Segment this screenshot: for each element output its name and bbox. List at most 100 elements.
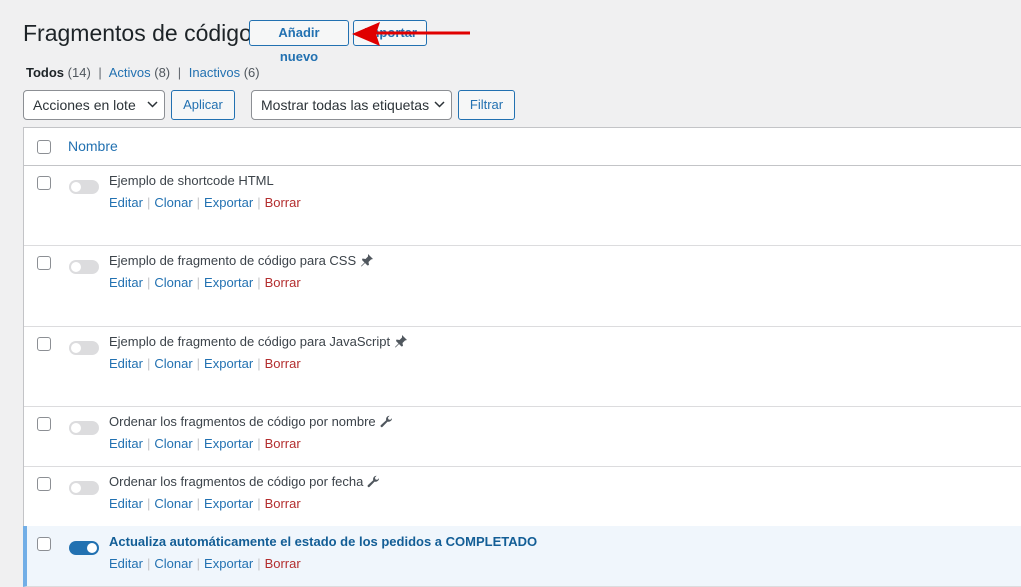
select-all-checkbox[interactable]	[37, 140, 51, 154]
edit-link[interactable]: Editar	[109, 195, 143, 210]
row-checkbox[interactable]	[37, 537, 51, 551]
export-link[interactable]: Exportar	[204, 496, 253, 511]
activation-toggle[interactable]	[69, 481, 99, 495]
tags-filter-value: Mostrar todas las etiquetas	[261, 97, 430, 113]
table-row: Ejemplo de fragmento de código para CSS E…	[24, 245, 1021, 327]
separator: |	[257, 275, 261, 290]
chevron-down-icon	[434, 101, 445, 108]
row-checkbox[interactable]	[37, 337, 51, 351]
add-new-button[interactable]: Añadir nuevo	[249, 20, 349, 64]
delete-link[interactable]: Borrar	[265, 436, 301, 451]
view-active-count: (8)	[154, 65, 171, 80]
tags-filter-select[interactable]: Mostrar todas las etiquetas	[251, 90, 452, 120]
export-link[interactable]: Exportar	[204, 275, 253, 290]
export-link[interactable]: Exportar	[204, 556, 253, 571]
separator: |	[196, 436, 201, 451]
clone-link[interactable]: Clonar	[154, 496, 192, 511]
table-row: Ejemplo de shortcode HTML Editar | Clonar | E…	[24, 165, 1021, 246]
row-actions: Editar | Clonar | Exportar | Borrar	[109, 496, 301, 511]
edit-link[interactable]: Editar	[109, 556, 143, 571]
separator: |	[257, 356, 261, 371]
separator: |	[257, 436, 261, 451]
table-row: Actualiza automáticamente el estado de l…	[23, 526, 1021, 587]
page-title: Fragmentos de código	[23, 20, 252, 46]
activation-toggle[interactable]	[69, 180, 99, 194]
delete-link[interactable]: Borrar	[265, 275, 301, 290]
delete-link[interactable]: Borrar	[265, 496, 301, 511]
export-link[interactable]: Exportar	[204, 195, 253, 210]
activation-toggle[interactable]	[69, 341, 99, 355]
separator: |	[98, 65, 102, 80]
wrench-icon	[367, 475, 380, 488]
delete-link[interactable]: Borrar	[265, 556, 301, 571]
row-checkbox[interactable]	[37, 256, 51, 270]
edit-link[interactable]: Editar	[109, 496, 143, 511]
separator: |	[146, 356, 151, 371]
clone-link[interactable]: Clonar	[154, 556, 192, 571]
clone-link[interactable]: Clonar	[154, 436, 192, 451]
snippet-title-text: Ejemplo de fragmento de código para Java…	[109, 334, 391, 349]
column-name-sort[interactable]: Nombre	[68, 138, 118, 154]
separator: |	[196, 195, 201, 210]
snippet-title[interactable]: Ordenar los fragmentos de código por nom…	[109, 414, 393, 429]
activation-toggle[interactable]	[69, 421, 99, 435]
activation-toggle[interactable]	[69, 541, 99, 555]
bulk-actions-value: Acciones en lote	[33, 97, 136, 113]
snippet-title-text: Ejemplo de shortcode HTML	[109, 173, 274, 188]
separator: |	[146, 436, 151, 451]
pin-icon	[361, 254, 374, 267]
view-inactive-count: (6)	[243, 65, 260, 80]
snippet-title-text: Ejemplo de fragmento de código para CSS	[109, 253, 357, 268]
separator: |	[257, 556, 261, 571]
snippet-title[interactable]: Ejemplo de fragmento de código para Java…	[109, 334, 408, 349]
export-link[interactable]: Exportar	[204, 356, 253, 371]
row-checkbox[interactable]	[37, 417, 51, 431]
separator: |	[146, 275, 151, 290]
wrench-icon	[380, 415, 392, 428]
row-actions: Editar | Clonar | Exportar | Borrar	[109, 556, 301, 571]
row-checkbox[interactable]	[37, 176, 51, 190]
separator: |	[196, 496, 201, 511]
row-actions: Editar | Clonar | Exportar | Borrar	[109, 275, 301, 290]
row-actions: Editar | Clonar | Exportar | Borrar	[109, 195, 301, 210]
snippet-title[interactable]: Actualiza automáticamente el estado de l…	[109, 534, 537, 549]
view-active-link[interactable]: Activos	[109, 65, 151, 80]
edit-link[interactable]: Editar	[109, 436, 143, 451]
clone-link[interactable]: Clonar	[154, 275, 192, 290]
filter-button[interactable]: Filtrar	[458, 90, 515, 120]
snippet-title[interactable]: Ejemplo de shortcode HTML	[109, 173, 274, 188]
snippet-title-text: Actualiza automáticamente el estado de l…	[109, 534, 538, 549]
apply-button[interactable]: Aplicar	[171, 90, 235, 120]
delete-link[interactable]: Borrar	[265, 356, 301, 371]
snippets-table: Nombre Ejemplo de shortcode HTML Editar | C…	[23, 127, 1021, 587]
delete-link[interactable]: Borrar	[265, 195, 301, 210]
clone-link[interactable]: Clonar	[154, 356, 192, 371]
table-header: Nombre	[24, 128, 1021, 166]
edit-link[interactable]: Editar	[109, 275, 143, 290]
separator: |	[196, 356, 201, 371]
activation-toggle[interactable]	[69, 260, 99, 274]
separator: |	[196, 556, 201, 571]
separator: |	[196, 275, 201, 290]
pin-icon	[395, 335, 408, 348]
export-link[interactable]: Exportar	[204, 436, 253, 451]
separator: |	[146, 496, 151, 511]
snippet-title-text: Ordenar los fragmentos de código por fec…	[109, 474, 364, 489]
row-actions: Editar | Clonar | Exportar | Borrar	[109, 436, 301, 451]
separator: |	[177, 65, 182, 80]
separator: |	[257, 195, 261, 210]
view-inactive-link[interactable]: Inactivos	[189, 65, 240, 80]
table-row: Ejemplo de fragmento de código para Java…	[24, 326, 1021, 407]
chevron-down-icon	[147, 101, 158, 108]
snippet-title[interactable]: Ejemplo de fragmento de código para CSS	[109, 253, 374, 268]
row-checkbox[interactable]	[37, 477, 51, 491]
red-arrow-annotation	[352, 22, 470, 46]
view-all-link[interactable]: Todos	[26, 65, 64, 80]
separator: |	[146, 556, 151, 571]
clone-link[interactable]: Clonar	[154, 195, 192, 210]
separator: |	[257, 496, 261, 511]
bulk-actions-select[interactable]: Acciones en lote	[23, 90, 165, 120]
table-row: Ordenar los fragmentos de código por fec…	[24, 466, 1021, 527]
snippet-title[interactable]: Ordenar los fragmentos de código por fec…	[109, 474, 380, 489]
edit-link[interactable]: Editar	[109, 356, 143, 371]
